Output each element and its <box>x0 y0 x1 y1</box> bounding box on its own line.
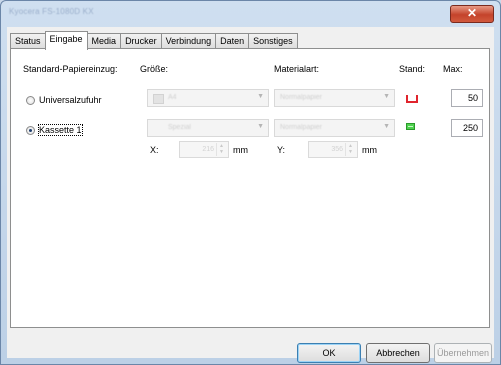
label-universalzufuhr: Universalzufuhr <box>39 95 102 105</box>
title-bar[interactable]: Kyocera FS-1080D KX ✕ <box>1 1 500 25</box>
header-material: Materialart: <box>274 64 320 74</box>
custom-x-label: X: <box>150 145 159 155</box>
custom-y-unit: mm <box>362 145 377 155</box>
header-source: Standard-Papiereinzug: <box>23 64 118 74</box>
header-status: Stand: <box>399 64 426 74</box>
size-select-kassette1[interactable]: Spezial ▼ <box>147 119 269 137</box>
custom-y-stepper[interactable]: 356 ▲ ▼ <box>308 141 358 158</box>
chevron-down-icon: ▼ <box>257 123 264 130</box>
dialog-client: Status Eingabe Media Drucker Verbindung … <box>7 27 494 363</box>
custom-x-unit: mm <box>233 145 248 155</box>
chevron-down-icon: ▼ <box>383 93 390 100</box>
tab-verbindung[interactable]: Verbindung <box>160 33 217 49</box>
paper-empty-status-icon <box>406 95 418 103</box>
window-title: Kyocera FS-1080D KX <box>9 7 94 16</box>
material-select-universal[interactable]: Normalpapier ▼ <box>274 89 395 107</box>
tab-media[interactable]: Media <box>86 33 122 49</box>
max-field-universal[interactable]: 50 <box>451 89 483 107</box>
chevron-down-icon: ▼ <box>383 123 390 130</box>
material-select-kassette1[interactable]: Normalpapier ▼ <box>274 119 395 137</box>
tab-panel-eingabe: Standard-Papiereinzug: Größe: Materialar… <box>10 48 490 328</box>
size-select-universal[interactable]: A4 ▼ <box>147 89 269 107</box>
custom-y-value: 356 <box>331 146 343 153</box>
stepper-arrows-icon[interactable]: ▲ ▼ <box>345 143 355 156</box>
custom-y-label: Y: <box>277 145 286 155</box>
label-kassette1: Kassette 1 <box>38 124 83 136</box>
custom-x-stepper[interactable]: 216 ▲ ▼ <box>179 141 229 158</box>
radio-universalzufuhr[interactable] <box>26 95 35 105</box>
chevron-down-icon: ▼ <box>257 93 264 100</box>
header-size: Größe: <box>140 64 169 74</box>
tab-drucker[interactable]: Drucker <box>120 33 162 49</box>
header-max: Max: <box>443 64 463 74</box>
source-row-kassette1[interactable]: Kassette 1 <box>26 124 83 136</box>
apply-button[interactable]: Übernehmen <box>434 343 492 363</box>
size-value-kassette1: Spezial <box>168 124 191 131</box>
close-button[interactable]: ✕ <box>450 5 494 23</box>
paper-loaded-status-icon <box>406 123 415 130</box>
tab-daten[interactable]: Daten <box>215 33 250 49</box>
stepper-arrows-icon[interactable]: ▲ ▼ <box>216 143 226 156</box>
tab-strip: Status Eingabe Media Drucker Verbindung … <box>10 31 298 50</box>
max-field-kassette1[interactable]: 250 <box>451 119 483 137</box>
tab-eingabe[interactable]: Eingabe <box>44 31 88 50</box>
size-value-universal: A4 <box>168 94 177 101</box>
ok-button[interactable]: OK <box>297 343 361 363</box>
cancel-button[interactable]: Abbrechen <box>366 343 430 363</box>
material-value-universal: Normalpapier <box>280 94 323 101</box>
paper-size-icon <box>153 94 164 104</box>
tab-status[interactable]: Status <box>10 33 46 49</box>
custom-x-value: 216 <box>202 146 214 153</box>
dialog-window: Kyocera FS-1080D KX ✕ Status Eingabe Med… <box>0 0 501 365</box>
tab-sonstiges[interactable]: Sonstiges <box>248 33 298 49</box>
material-value-kassette1: Normalpapier <box>280 124 323 131</box>
source-row-universal[interactable]: Universalzufuhr <box>26 95 102 105</box>
radio-kassette1[interactable] <box>26 125 35 135</box>
